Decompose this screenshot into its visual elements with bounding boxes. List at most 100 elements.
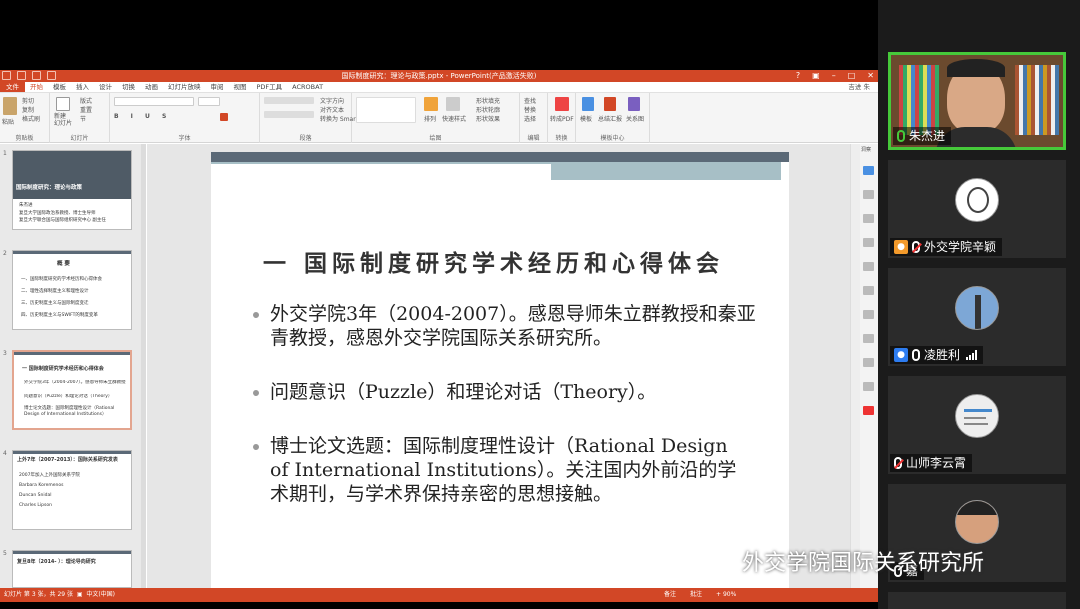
quick-styles-icon[interactable]	[446, 97, 460, 111]
tool-icon[interactable]	[863, 238, 874, 247]
relation-label: 关系图	[626, 116, 645, 123]
tool-icon[interactable]	[863, 166, 874, 175]
replace-label[interactable]: 替换	[524, 105, 536, 114]
font-name-select[interactable]	[114, 97, 194, 106]
minimize-button[interactable]: –	[832, 70, 836, 82]
tab-view[interactable]: 视图	[229, 82, 252, 92]
paste-icon[interactable]	[3, 97, 17, 115]
arrange-label: 排列	[424, 116, 437, 123]
tab-home[interactable]: 开始	[25, 82, 48, 92]
cut-label[interactable]: 剪切	[22, 96, 34, 105]
user-icon: ●	[894, 240, 908, 254]
slide-thumbnail-5[interactable]: 复旦8年（2014- ）：理论导向研究	[12, 550, 132, 588]
align-text-label[interactable]: 对齐文本	[320, 105, 344, 114]
close-button[interactable]: ✕	[867, 70, 874, 82]
slide-thumbnail-3[interactable]: 一 国际制度研究学术经历和心得体会 外交学院3年（2004-2007）。感恩导师…	[12, 350, 132, 430]
tab-animations[interactable]: 动画	[140, 82, 163, 92]
copy-label[interactable]: 复制	[22, 105, 34, 114]
video-tile[interactable]: ● 凌胜利	[888, 268, 1066, 366]
layout-label[interactable]: 版式	[80, 96, 92, 105]
tab-pdf-tools[interactable]: PDF工具	[252, 82, 288, 92]
group-label-drawing: 绘图	[429, 135, 442, 142]
signal-bars-icon	[966, 350, 978, 360]
thumb-line: 三、历史制度主义与国际制度变迁	[21, 301, 89, 306]
side-tools-panel: 洞察	[860, 144, 878, 588]
font-size-select[interactable]	[198, 97, 220, 106]
tab-file[interactable]: 文件	[0, 82, 25, 92]
select-label[interactable]: 选择	[524, 114, 536, 123]
thumb-line: Charles Lipson	[19, 503, 52, 508]
thumbnail-scrollbar[interactable]	[141, 144, 146, 588]
group-label-clipboard: 剪贴板	[15, 135, 34, 142]
video-tile[interactable]: ● 外交学院辛颖	[888, 160, 1066, 258]
format-buttons[interactable]: B I U S	[114, 113, 171, 120]
reset-label[interactable]: 重置	[80, 105, 92, 114]
thumb-title: 一 国际制度研究学术经历和心得体会	[22, 366, 104, 372]
video-tile[interactable]	[888, 592, 1066, 609]
slide-counter: 幻灯片 第 3 张，共 29 张 ▣ 中文(中国)	[4, 591, 115, 598]
relation-icon[interactable]	[628, 97, 640, 111]
zoom-level[interactable]: + 90%	[716, 588, 736, 602]
video-tile[interactable]: 山师李云霄	[888, 376, 1066, 474]
slide-thumbnail-2[interactable]: 概 要 一、国际制度研究的学术经历和心得体会 二、理性选择制度主义和理性设计 三…	[12, 250, 132, 330]
section-label[interactable]: 节	[80, 114, 86, 123]
thumb-number: 2	[3, 250, 7, 257]
thumb-line: 复旦大学联合国与国际组织研究中心 副主任	[19, 218, 106, 223]
thumb-line: Duncan Snidal	[19, 493, 52, 498]
tool-icon[interactable]	[863, 406, 874, 415]
tool-icon[interactable]	[863, 382, 874, 391]
tab-acrobat[interactable]: ACROBAT	[287, 82, 328, 92]
arrange-icon[interactable]	[424, 97, 438, 111]
notes-button[interactable]: 备注	[664, 588, 676, 602]
tool-icon[interactable]	[863, 190, 874, 199]
shape-outline-label[interactable]: 形状轮廓	[476, 105, 500, 114]
tool-icon[interactable]	[863, 214, 874, 223]
tool-icon[interactable]	[863, 286, 874, 295]
help-icon[interactable]: ?	[796, 70, 800, 82]
format-painter-label[interactable]: 格式刷	[22, 114, 40, 123]
group-text-options: 文字方向 对齐文本 转换为 SmartArt	[290, 93, 367, 143]
current-slide[interactable]: 一 国际制度研究学术经历和心得体会 外交学院3年（2004-2007）。感恩导师…	[211, 152, 789, 588]
thumb-line: 四、历史制度主义与SWIFT的制度变革	[21, 313, 98, 318]
comments-button[interactable]: 批注	[690, 588, 702, 602]
shape-effects-label[interactable]: 形状效果	[476, 114, 500, 123]
template-icon[interactable]	[582, 97, 594, 111]
tool-icon[interactable]	[863, 310, 874, 319]
thumb-number: 5	[3, 550, 7, 557]
tab-transitions[interactable]: 切换	[117, 82, 140, 92]
group-drawing: 排列 快速样式 形状填充 形状轮廓 形状效果 绘图	[352, 93, 520, 143]
slide-thumbnail-1[interactable]: 国际制度研究：理论与政策 朱杰进 复旦大学国际政治系教授、博士生导师 复旦大学联…	[12, 150, 132, 230]
slide-scrollbar[interactable]	[850, 144, 860, 588]
user-account[interactable]: 吉进 朱	[848, 82, 870, 93]
avatar	[955, 394, 999, 438]
maximize-button[interactable]: □	[848, 70, 856, 82]
quick-styles-label: 快速样式	[442, 116, 467, 123]
tab-design[interactable]: 设计	[94, 82, 117, 92]
tool-icon[interactable]	[863, 358, 874, 367]
tool-icon[interactable]	[863, 334, 874, 343]
shape-fill-label[interactable]: 形状填充	[476, 96, 500, 105]
text-direction-label[interactable]: 文字方向	[320, 96, 344, 105]
shapes-gallery[interactable]	[356, 97, 416, 123]
group-label-convert: 转换	[555, 135, 568, 142]
slide-thumbnail-4[interactable]: 上外7年（2007-2013）：国际关系研究发表 2007年加入上外国际关系学院…	[12, 450, 132, 530]
video-tile-speaker[interactable]: 朱杰进	[888, 52, 1066, 150]
pdf-icon[interactable]	[555, 97, 569, 111]
tool-icon[interactable]	[863, 262, 874, 271]
group-label-font: 字体	[178, 135, 191, 142]
bullet-text: 博士论文选题：国际制度理性设计（Rational Design of Inter…	[270, 435, 737, 505]
new-slide-icon[interactable]	[56, 97, 70, 111]
ribbon-options-icon[interactable]: ▣	[812, 70, 820, 82]
tab-review[interactable]: 审阅	[206, 82, 229, 92]
summary-icon[interactable]	[604, 97, 616, 111]
find-label[interactable]: 查找	[524, 96, 536, 105]
group-slides: 新建 幻灯片 版式 重置 节 幻灯片	[50, 93, 110, 143]
avatar	[955, 500, 999, 544]
thumb-line: Barbara Koremenos	[19, 483, 64, 488]
thumb-line: 外交学院3年（2004-2007）。感恩导师朱立群教授	[24, 380, 126, 385]
insights-label[interactable]: 洞察	[861, 146, 871, 153]
tab-insert[interactable]: 插入	[71, 82, 94, 92]
font-color-icon[interactable]	[220, 113, 228, 121]
tab-template[interactable]: 模板	[48, 82, 71, 92]
tab-slideshow[interactable]: 幻灯片放映	[163, 82, 206, 92]
